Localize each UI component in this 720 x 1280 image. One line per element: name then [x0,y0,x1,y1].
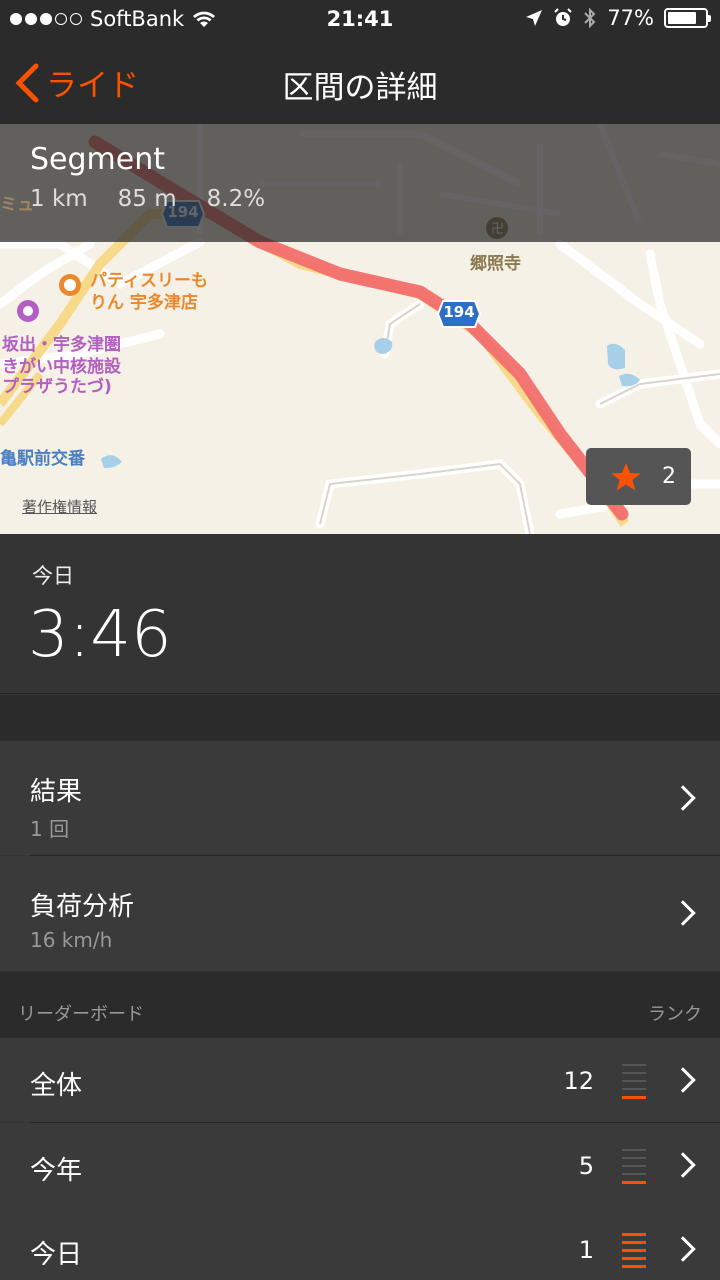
analysis-value: 16 km/h [30,928,113,952]
today-time: 3:46 [28,598,172,672]
rank-header: ランク [648,1004,702,1025]
poi-police: 亀駅前交番 [0,449,85,469]
battery-percent: 77% [607,6,654,30]
leaderboard-header: リーダーボード ランク [0,972,720,1038]
segment-grade: 8.2% [206,186,266,212]
star-button[interactable]: 2 [586,448,691,505]
segment-name: Segment [30,142,165,177]
leaderboard-row-label: 今年 [30,1156,83,1186]
chevron-right-icon [670,1152,696,1178]
leaderboard-row-count: 1 [578,1236,594,1264]
results-label: 結果 [30,777,83,807]
poi-partial: ミュ [0,195,34,215]
star-count: 2 [662,464,676,489]
chevron-right-icon [670,1067,696,1093]
status-bar: SoftBank 21:41 77% [0,0,720,40]
star-icon [611,462,641,490]
chevron-right-icon [670,900,696,926]
segment-info-overlay: ミュ Segment 1 km 85 m 8.2% [0,124,720,242]
poi-facility-line3: プラザうたづ) [2,377,112,397]
rank-level-icon [622,1060,646,1100]
poi-temple: 郷照寺 [470,254,521,274]
today-effort: 今日 3:46 [0,534,720,694]
leaderboard-title: リーダーボード [18,1004,144,1025]
results-value: 1 回 [30,817,70,841]
leaderboard-row-label: 全体 [30,1071,83,1101]
alarm-icon [554,8,573,26]
chevron-right-icon [670,1236,696,1262]
leaderboard-row-count: 12 [563,1067,594,1095]
leaderboard-row-label: 今日 [30,1240,83,1270]
location-arrow-icon [526,10,543,26]
segment-stats: 1 km 85 m 8.2% [30,186,265,212]
route-shield: 194 [437,299,481,329]
bluetooth-icon [584,7,596,29]
analysis-row[interactable]: 負荷分析 16 km/h [0,856,720,971]
chevron-right-icon [670,785,696,811]
route-number: 194 [443,303,475,321]
leaderboard-row[interactable]: 今年 5 [0,1123,720,1207]
segment-distance: 1 km [30,186,88,212]
analysis-label: 負荷分析 [30,892,135,922]
section-spacer [0,695,720,741]
poi-patisserie-line2: りん 宇多津店 [90,293,198,313]
leaderboard-row-count: 5 [578,1152,594,1180]
battery-icon [664,8,711,28]
today-label: 今日 [32,564,74,588]
copyright-link[interactable]: 著作権情報 [22,496,97,517]
rank-level-icon [622,1229,646,1269]
page-title: 区間の詳細 [282,70,438,106]
segment-map[interactable]: 卍 194 194 パティスリーも りん 宇多津店 郷照寺 坂出・宇多津圏 きが… [0,124,720,534]
status-right: 77% [525,6,711,30]
navigation-bar: ライド 区間の詳細 [0,40,720,124]
results-row[interactable]: 結果 1 回 [0,741,720,855]
leaderboard-row[interactable]: 今日 1 [0,1207,720,1280]
rank-level-icon [622,1145,646,1185]
segment-elevation: 85 m [117,186,177,212]
leaderboard-row[interactable]: 全体 12 [0,1038,720,1122]
